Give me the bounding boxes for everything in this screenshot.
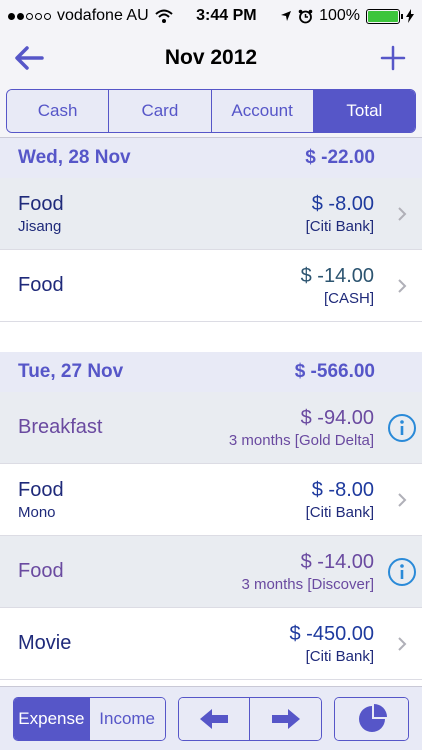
alarm-icon (298, 9, 313, 23)
battery-icon (365, 8, 403, 24)
transaction-row[interactable]: Food Jisang $ -8.00 [Citi Bank] (0, 178, 422, 250)
charging-icon (405, 9, 414, 23)
transaction-note: Mono (18, 503, 56, 521)
day-date: Tue, 27 Nov (18, 361, 124, 382)
back-button[interactable] (12, 41, 46, 75)
bottom-toolbar: Expense Income (0, 686, 422, 750)
transaction-amount: $ -8.00 (311, 478, 374, 501)
nav-bar: Nov 2012 (0, 32, 422, 84)
info-icon[interactable] (387, 413, 417, 443)
transaction-amount: $ -450.00 (289, 622, 374, 645)
transaction-account: [Citi Bank] (305, 647, 374, 665)
transaction-account: 3 months [Discover] (241, 575, 374, 593)
transaction-amount: $ -8.00 (311, 192, 374, 215)
status-bar: vodafone AU 3:44 PM 100% (0, 0, 422, 32)
transaction-category: Movie (18, 632, 72, 654)
day-header: Tue, 27 Nov $ -566.00 (0, 352, 422, 392)
battery-percent: 100% (319, 7, 360, 24)
segment-card[interactable]: Card (109, 90, 212, 132)
transaction-row[interactable]: Breakfast $ -94.00 3 months [Gold Delta] (0, 392, 422, 464)
transaction-category: Food (18, 478, 64, 501)
month-navigation (177, 696, 323, 741)
info-icon[interactable] (387, 557, 417, 587)
next-month-button[interactable] (250, 697, 322, 740)
transaction-account: 3 months [Gold Delta] (228, 431, 374, 449)
day-header: Wed, 28 Nov $ -22.00 (0, 138, 422, 178)
transaction-row[interactable]: Movie $ -450.00 [Citi Bank] (0, 608, 422, 680)
filter-segmented-control: Cash Card Account Total (6, 89, 416, 133)
add-button[interactable] (376, 41, 410, 75)
pie-chart-icon (358, 703, 387, 732)
arrow-right-icon (271, 708, 300, 729)
plus-icon (380, 45, 406, 71)
carrier-label: vodafone AU (57, 7, 149, 24)
transaction-category: Food (18, 192, 64, 215)
segment-account[interactable]: Account (211, 90, 314, 132)
arrow-left-icon (199, 708, 228, 729)
transaction-row[interactable]: Food $ -14.00 3 months [Discover] (0, 536, 422, 608)
segment-bar: Cash Card Account Total (0, 84, 422, 138)
day-total: $ -22.00 (305, 147, 375, 168)
transaction-account: [Citi Bank] (305, 217, 374, 235)
transaction-category: Breakfast (18, 416, 103, 438)
day-date: Wed, 28 Nov (18, 147, 131, 168)
page-title: Nov 2012 (164, 46, 258, 69)
transaction-category: Food (18, 560, 64, 582)
day-total: $ -566.00 (294, 361, 375, 382)
chart-button-wrap (334, 696, 409, 741)
location-icon (281, 11, 292, 21)
segment-total[interactable]: Total (313, 90, 415, 132)
wifi-icon (154, 9, 173, 23)
arrow-left-icon (15, 46, 44, 70)
income-button[interactable]: Income (89, 697, 165, 740)
transaction-account: [Citi Bank] (305, 503, 374, 521)
clock: 3:44 PM (196, 7, 257, 24)
chevron-right-icon (398, 278, 407, 293)
previous-month-button[interactable] (178, 697, 251, 740)
expense-button[interactable]: Expense (14, 697, 90, 740)
chevron-right-icon (398, 636, 407, 651)
transaction-amount: $ -14.00 (300, 550, 374, 573)
chart-button[interactable] (335, 697, 408, 740)
transaction-account: [CASH] (323, 289, 374, 307)
signal-icon (8, 12, 51, 20)
transaction-note: Jisang (18, 217, 62, 235)
segment-cash[interactable]: Cash (7, 90, 110, 132)
chevron-right-icon (398, 492, 407, 507)
transaction-amount: $ -94.00 (300, 406, 374, 429)
transaction-category: Food (18, 274, 64, 296)
transaction-row[interactable]: Food Mono $ -8.00 [Citi Bank] (0, 464, 422, 536)
transaction-amount: $ -14.00 (300, 264, 374, 287)
transaction-row[interactable]: Food $ -14.00 [CASH] (0, 250, 422, 322)
expense-income-toggle: Expense Income (13, 696, 166, 741)
chevron-right-icon (398, 206, 407, 221)
section-spacer (0, 322, 422, 352)
